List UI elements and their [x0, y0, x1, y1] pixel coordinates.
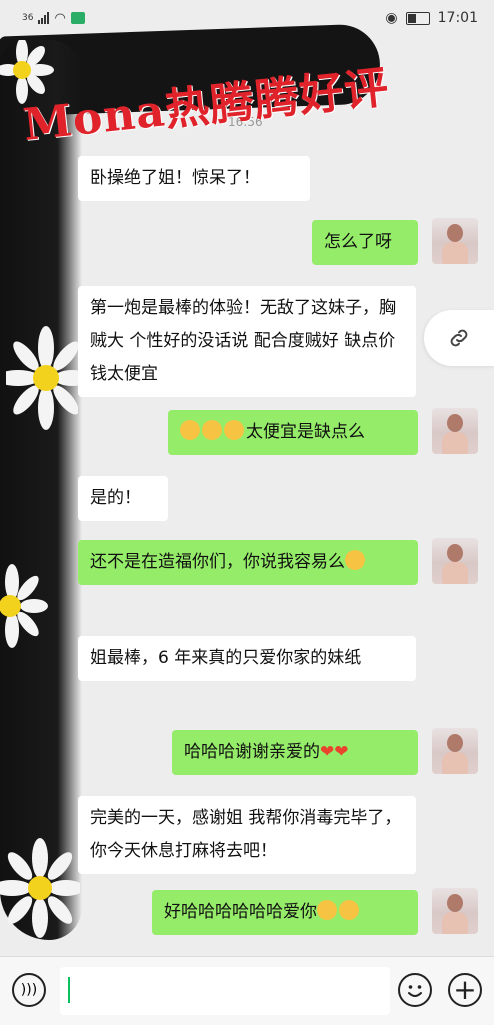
smiling-emoji-icon — [339, 900, 359, 920]
message-text: 太便宜是缺点么 — [246, 422, 365, 442]
flushed-emoji-icon — [202, 420, 222, 440]
message-bubble-incoming[interactable]: 姐最棒，6 年来真的只爱你家的妹纸 — [78, 636, 416, 681]
avatar[interactable] — [432, 408, 478, 454]
wifi-icon: ◠ — [54, 10, 66, 26]
avatar[interactable] — [432, 538, 478, 584]
message-text: 是的！ — [90, 488, 141, 508]
message-bubble-incoming[interactable]: 完美的一天，感谢姐 我帮你消毒完毕了，你今天休息打麻将去吧！ — [78, 796, 416, 874]
text-caret — [68, 977, 70, 1003]
message-text: 完美的一天，感谢姐 我帮你消毒完毕了，你今天休息打麻将去吧！ — [90, 808, 402, 861]
message-text: 第一炮是最棒的体验！无敌了这妹子，胸贼大 个性好的没话说 配合度贼好 缺点价钱太… — [90, 298, 396, 384]
avatar[interactable] — [432, 888, 478, 934]
message-bubble-outgoing[interactable]: 哈哈哈谢谢亲爱的❤❤ — [172, 730, 418, 775]
link-button[interactable] — [424, 310, 494, 366]
network-type: 36 — [22, 13, 34, 23]
battery-icon — [405, 11, 430, 25]
smiling-emoji-icon — [317, 900, 337, 920]
black-smear-left — [0, 40, 82, 940]
clock: 17:01 — [437, 10, 478, 26]
message-bubble-incoming[interactable]: 是的！ — [78, 476, 168, 521]
daisy-icon — [0, 564, 48, 648]
message-text: 好哈哈哈哈哈哈爱你 — [164, 902, 317, 922]
wechat-notification-icon — [70, 12, 85, 24]
message-input[interactable] — [60, 967, 390, 1015]
eye-icon: ◉ — [385, 10, 398, 26]
message-bubble-incoming[interactable]: 卧操绝了姐！惊呆了！ — [78, 156, 310, 201]
signal-icon — [38, 12, 50, 24]
flushed-emoji-icon — [180, 420, 200, 440]
plus-icon: + — [453, 973, 477, 1006]
message-bubble-outgoing[interactable]: 好哈哈哈哈哈哈爱你 — [152, 890, 418, 935]
emoji-icon — [408, 985, 422, 997]
message-text: 姐最棒，6 年来真的只爱你家的妹纸 — [90, 648, 362, 668]
flushed-emoji-icon — [224, 420, 244, 440]
message-text: 还不是在造福你们，你说我容易么 — [90, 552, 345, 572]
voice-button[interactable]: ))) — [12, 973, 46, 1007]
emoji-button[interactable] — [398, 973, 432, 1007]
message-bubble-outgoing[interactable]: 怎么了呀 — [312, 220, 418, 265]
status-left: 36 ◠ — [0, 11, 85, 26]
input-bar: ))) + — [0, 956, 494, 1025]
avatar[interactable] — [432, 218, 478, 264]
message-bubble-incoming[interactable]: 第一炮是最棒的体验！无敌了这妹子，胸贼大 个性好的没话说 配合度贼好 缺点价钱太… — [78, 286, 416, 397]
message-bubble-outgoing[interactable]: 还不是在造福你们，你说我容易么 — [78, 540, 418, 585]
crying-emoji-icon — [345, 550, 365, 570]
status-right: ◉ 17:01 — [385, 10, 494, 26]
message-text: 卧操绝了姐！惊呆了！ — [90, 168, 260, 188]
daisy-icon — [6, 326, 78, 430]
message-text: 怎么了呀 — [324, 232, 392, 252]
voice-icon: ))) — [20, 982, 38, 998]
message-bubble-outgoing[interactable]: 太便宜是缺点么 — [168, 410, 418, 455]
avatar[interactable] — [432, 728, 478, 774]
status-bar: 36 ◠ ◉ 17:01 — [0, 0, 494, 36]
link-icon — [450, 329, 468, 347]
daisy-icon — [0, 838, 80, 938]
plus-button[interactable]: + — [448, 973, 482, 1007]
heart-icon: ❤❤ — [320, 742, 349, 762]
message-text: 哈哈哈谢谢亲爱的 — [184, 742, 320, 762]
